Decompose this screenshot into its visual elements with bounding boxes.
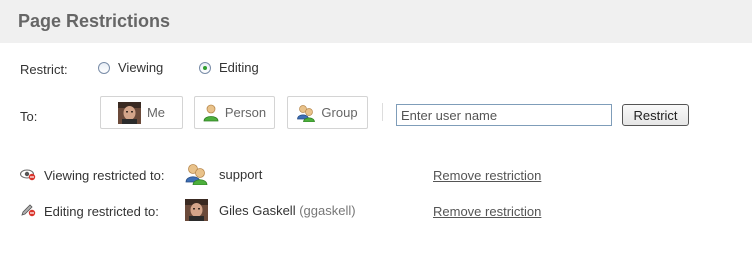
- pencil-restricted-icon: [21, 204, 36, 217]
- me-button-label: Me: [146, 105, 166, 120]
- group-icon: [297, 104, 316, 122]
- restriction-row-viewing: Viewing restricted to: support Remove re…: [20, 163, 740, 187]
- group-button-label: Group: [321, 105, 358, 120]
- avatar: [185, 199, 208, 221]
- radio-editing[interactable]: Editing: [199, 60, 259, 75]
- radio-editing-label: Editing: [219, 60, 259, 75]
- person-button[interactable]: Person: [194, 96, 275, 129]
- person-icon: [203, 104, 219, 121]
- to-label: To:: [20, 109, 38, 124]
- restrict-button[interactable]: Restrict: [622, 104, 689, 126]
- radio-editing-icon[interactable]: [199, 61, 211, 74]
- radio-viewing-icon[interactable]: [98, 61, 110, 74]
- restriction-label: Editing restricted to:: [44, 204, 159, 219]
- radio-viewing-label: Viewing: [118, 60, 164, 75]
- restriction-label: Viewing restricted to:: [44, 168, 165, 183]
- remove-restriction-link[interactable]: Remove restriction: [433, 204, 541, 219]
- group-button[interactable]: Group: [287, 96, 368, 129]
- person-button-label: Person: [224, 105, 267, 120]
- restrict-label: Restrict:: [20, 62, 68, 77]
- header: Page Restrictions: [0, 0, 752, 43]
- restricted-entity-name: Giles Gaskell (ggaskell): [219, 203, 356, 218]
- eye-restricted-icon: [20, 169, 36, 181]
- group-icon: [185, 164, 208, 185]
- me-button[interactable]: Me: [100, 96, 183, 129]
- avatar: [117, 101, 141, 124]
- separator: [382, 103, 383, 121]
- restricted-user-fullname: Giles Gaskell: [219, 203, 296, 218]
- radio-viewing[interactable]: Viewing: [98, 60, 163, 75]
- user-name-input[interactable]: [396, 104, 612, 126]
- restricted-username: (ggaskell): [299, 203, 356, 218]
- restriction-row-editing: Editing restricted to: Giles Gaskell (gg…: [20, 199, 740, 223]
- restricted-entity-name: support: [219, 167, 263, 182]
- remove-restriction-link[interactable]: Remove restriction: [433, 168, 541, 183]
- page-title: Page Restrictions: [18, 11, 171, 31]
